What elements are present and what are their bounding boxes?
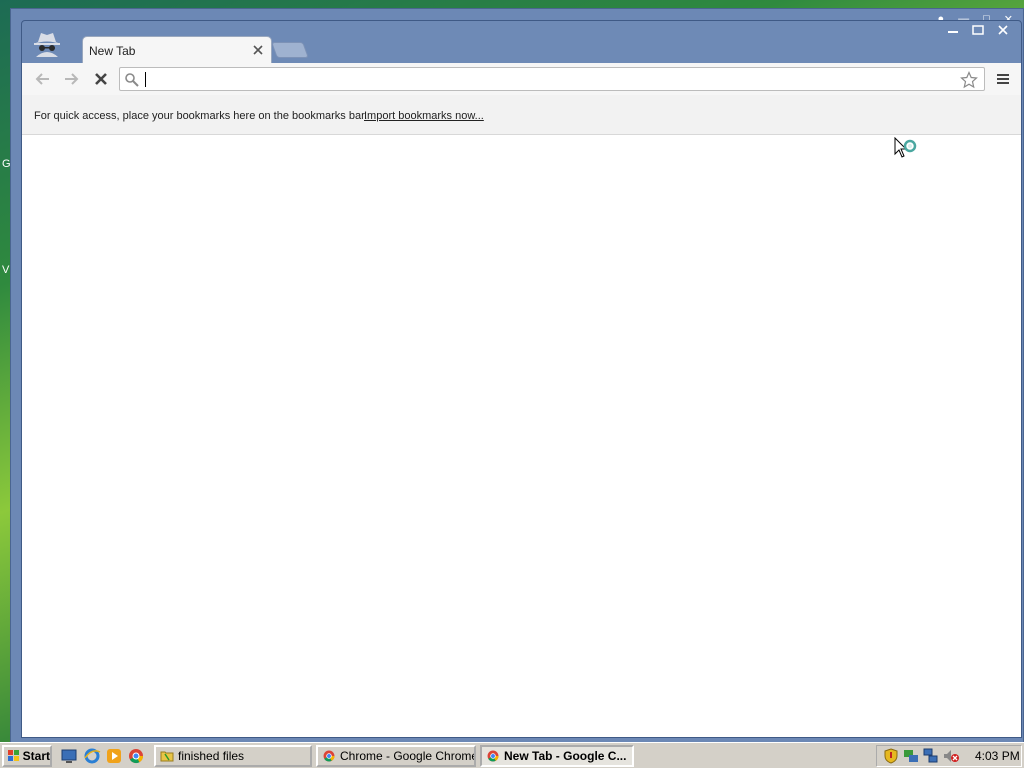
hamburger-menu-icon (997, 74, 1009, 84)
windows-logo-icon (8, 750, 19, 761)
close-icon (997, 25, 1008, 35)
forward-arrow-icon (65, 73, 79, 85)
page-content[interactable] (22, 135, 1021, 737)
chrome-icon[interactable] (127, 747, 145, 765)
desktop-side-label: G (2, 158, 11, 170)
new-tab-button[interactable] (271, 42, 309, 58)
minimize-button[interactable] (940, 22, 965, 38)
network-icon[interactable] (903, 748, 919, 764)
start-label: Start (22, 749, 50, 763)
minimize-icon (947, 31, 958, 33)
back-button[interactable] (30, 67, 56, 91)
taskbar-item-finished-files[interactable]: finished files (154, 745, 312, 767)
omnibox[interactable] (119, 67, 985, 91)
chrome-icon (487, 750, 499, 762)
network-connection-icon[interactable] (923, 748, 939, 764)
media-player-icon[interactable] (105, 747, 123, 765)
chrome-window: New Tab For quick access, place your boo… (21, 20, 1022, 738)
taskbar-item-label: finished files (178, 749, 245, 763)
desktop-side-labels: G V (0, 150, 11, 290)
window-controls (940, 22, 1015, 38)
tab-new-tab[interactable]: New Tab (82, 36, 272, 64)
chrome-menu-button[interactable] (991, 67, 1015, 91)
taskbar-item-chrome[interactable]: Chrome - Google Chrome (316, 745, 476, 767)
browser-toolbar (22, 63, 1021, 95)
close-icon[interactable] (251, 43, 265, 57)
desktop-side-label: V (2, 264, 10, 276)
bookmarks-bar: For quick access, place your bookmarks h… (22, 95, 1021, 135)
forward-button[interactable] (58, 67, 84, 91)
stop-x-icon (95, 73, 107, 85)
back-arrow-icon (35, 73, 49, 85)
folder-icon (160, 751, 174, 762)
internet-explorer-icon[interactable] (83, 747, 101, 765)
start-button[interactable]: Start (2, 745, 52, 767)
busy-cursor-icon (894, 137, 917, 158)
taskbar-item-new-tab[interactable]: New Tab - Google C... (480, 745, 634, 767)
system-tray: 4:03 PM (876, 745, 1022, 767)
bookmark-star-icon[interactable] (960, 71, 978, 89)
stop-button[interactable] (88, 67, 114, 91)
volume-muted-icon[interactable] (943, 748, 959, 764)
clock[interactable]: 4:03 PM (975, 749, 1020, 763)
tab-title: New Tab (89, 44, 136, 58)
incognito-icon (34, 33, 60, 57)
security-shield-icon[interactable] (883, 748, 899, 764)
text-caret (145, 72, 146, 87)
omnibox-input[interactable] (144, 71, 954, 87)
show-desktop-icon[interactable] (60, 747, 78, 765)
taskbar: Start finished files Chrome - Google Chr… (0, 742, 1024, 768)
maximize-button[interactable] (965, 22, 990, 38)
maximize-icon (971, 25, 984, 35)
close-button[interactable] (990, 22, 1015, 38)
taskbar-item-label: Chrome - Google Chrome (340, 749, 476, 763)
search-icon (125, 73, 139, 87)
taskbar-item-label: New Tab - Google C... (504, 749, 627, 763)
import-bookmarks-link[interactable]: Import bookmarks now... (364, 110, 484, 122)
bookmarks-bar-hint: For quick access, place your bookmarks h… (34, 110, 368, 122)
chrome-icon (323, 750, 335, 762)
